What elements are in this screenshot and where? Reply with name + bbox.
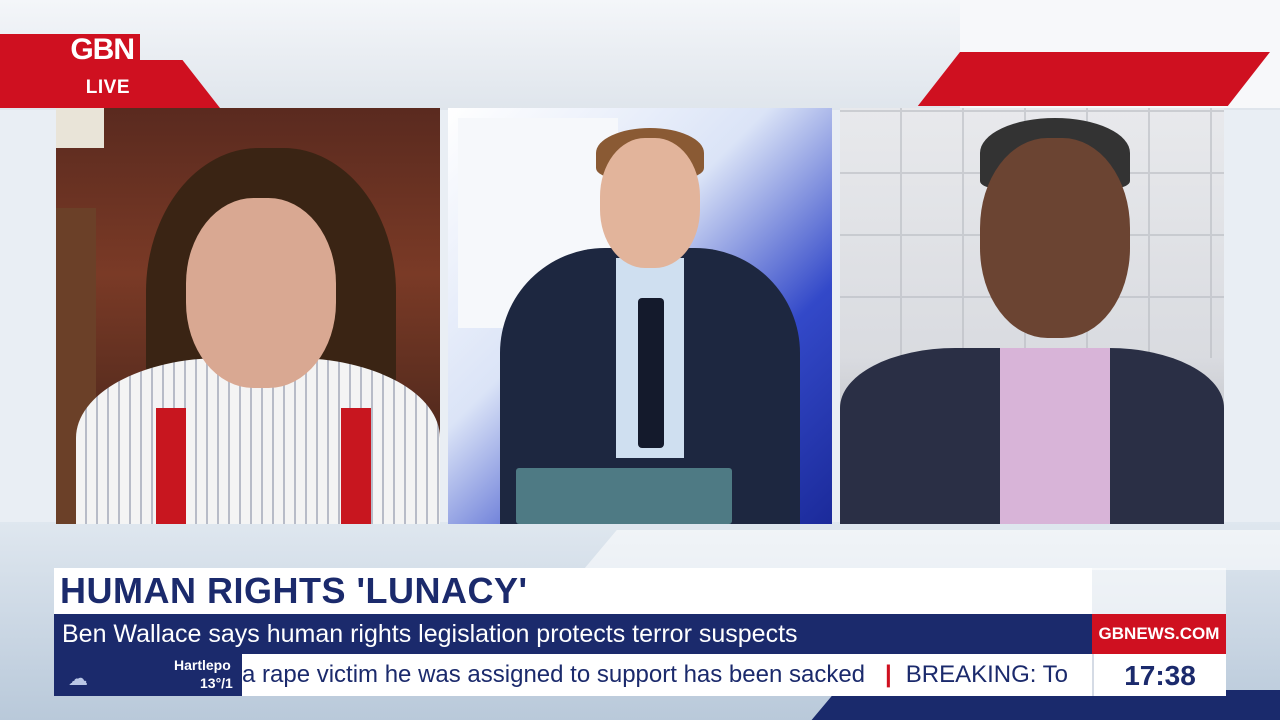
video-panel-presenter — [448, 108, 832, 524]
ticker-text: a rape victim he was assigned to support… — [242, 661, 1068, 689]
cloud-icon: ☁ — [68, 668, 88, 690]
live-label: LIVE — [85, 77, 130, 98]
website-label: GBNEWS.COM — [1098, 624, 1220, 643]
video-panel-right-guest — [840, 108, 1224, 524]
live-badge: LIVE — [0, 72, 140, 102]
clock-box: 17:38 — [1092, 654, 1226, 696]
weather-box: ☁ Hartlepo 13°/1 — [54, 654, 242, 696]
channel-logo: GBN — [0, 34, 140, 66]
video-panel-left-guest — [56, 108, 440, 524]
clock-time: 17:38 — [1124, 660, 1196, 691]
headline-bar-end — [1092, 568, 1226, 614]
subheadline: Ben Wallace says human rights legislatio… — [62, 620, 798, 648]
news-ticker: ☁ Hartlepo 13°/1 a rape victim he was as… — [54, 654, 1092, 696]
weather-place: Hartlepo — [174, 657, 231, 673]
headline: HUMAN RIGHTS 'LUNACY' — [60, 570, 528, 611]
website-badge: GBNEWS.COM — [1092, 614, 1226, 654]
subheadline-bar: Ben Wallace says human rights legislatio… — [54, 614, 1092, 654]
laptop — [516, 468, 732, 524]
headline-bar: HUMAN RIGHTS 'LUNACY' — [54, 568, 1092, 614]
logo-text: GBN — [70, 33, 135, 66]
ticker-separator: | — [885, 661, 892, 688]
ticker-next-story: BREAKING: To — [905, 661, 1069, 688]
weather-temp: 13°/1 — [200, 675, 233, 691]
ticker-story: a rape victim he was assigned to support… — [242, 661, 866, 688]
